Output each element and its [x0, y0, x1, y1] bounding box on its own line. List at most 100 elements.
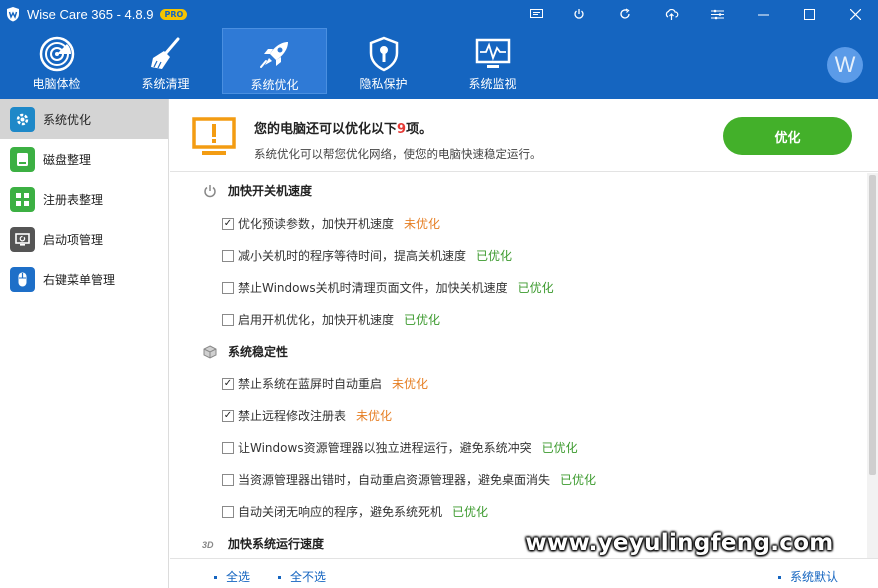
list-item[interactable]: 让Windows资源管理器以独立进程运行，避免系统冲突 已优化: [222, 439, 578, 456]
optimize-button[interactable]: 优化: [723, 117, 852, 155]
banner-title: 您的电脑还可以优化以下9项。: [254, 118, 432, 137]
nav-pc-checkup[interactable]: 电脑体检: [4, 28, 109, 94]
nav-label: 系统监视: [468, 77, 517, 91]
top-navigation: 电脑体检 系统清理 系统优化 隐私保护 系统监视 W: [0, 28, 878, 99]
sidebar-item-system-optimize[interactable]: 系统优化: [0, 99, 168, 139]
scrollbar-thumb[interactable]: [869, 175, 876, 475]
banner-subtitle: 系统优化可以帮您优化网络，使您的电脑快速稳定运行。: [254, 147, 542, 161]
item-checkbox[interactable]: ✓: [222, 409, 234, 422]
section-header: 加快开关机速度: [202, 182, 312, 199]
select-none-label: 全不选: [290, 570, 327, 584]
sidebar-item-startup-manager[interactable]: 启动项管理: [0, 219, 168, 259]
disk-icon: [10, 146, 35, 172]
list-item[interactable]: ✓ 禁止系统在蓝屏时自动重启 未优化: [222, 375, 428, 392]
item-label: 优化预读参数，加快开机速度: [238, 217, 395, 231]
section-title: 加快系统运行速度: [228, 537, 325, 551]
app-title: Wise Care 365 - 4.8.9: [27, 6, 154, 22]
list-item[interactable]: 自动关闭无响应的程序，避免系统死机 已优化: [222, 503, 488, 520]
item-status: 未优化: [356, 409, 393, 423]
item-status: 未优化: [404, 217, 441, 231]
list-item[interactable]: 启用开机优化，加快开机速度 已优化: [222, 311, 440, 328]
sidebar-item-label: 磁盘整理: [43, 152, 92, 167]
power-icon[interactable]: [556, 0, 602, 28]
refresh-icon[interactable]: [602, 0, 648, 28]
item-label: 禁止远程修改注册表: [238, 409, 347, 423]
nav-privacy-protect[interactable]: 隐私保护: [331, 28, 436, 94]
optimize-count: 9: [397, 122, 407, 137]
power-icon: [202, 183, 218, 199]
item-checkbox[interactable]: [222, 505, 234, 518]
list-item[interactable]: ✓ 禁止远程修改注册表 未优化: [222, 407, 392, 424]
list-item[interactable]: ✓ 优化预读参数，加快开机速度 未优化: [222, 215, 440, 232]
item-label: 禁止Windows关机时清理页面文件，加快关机速度: [238, 281, 508, 295]
item-checkbox[interactable]: [222, 441, 234, 454]
mouse-icon: [10, 266, 35, 292]
nav-system-cleanup[interactable]: 系统清理: [113, 28, 218, 94]
title-bar: Wise Care 365 - 4.8.9 PRO: [0, 0, 878, 28]
nav-system-monitor[interactable]: 系统监视: [440, 28, 545, 94]
sidebar-item-label: 右键菜单管理: [43, 272, 116, 287]
menu-icon[interactable]: [694, 0, 740, 28]
select-all-link[interactable]: 全选: [214, 568, 250, 585]
3d-icon: 3D: [202, 536, 218, 552]
item-label: 启用开机优化，加快开机速度: [238, 313, 395, 327]
item-label: 自动关闭无响应的程序，避免系统死机: [238, 505, 443, 519]
item-status: 已优化: [541, 441, 578, 455]
item-checkbox[interactable]: ✓: [222, 377, 234, 390]
item-status: 已优化: [452, 505, 489, 519]
nav-label: 电脑体检: [32, 77, 81, 91]
sidebar-item-label: 系统优化: [43, 112, 92, 127]
system-default-link[interactable]: 系统默认: [778, 568, 838, 585]
nav-label: 系统清理: [141, 77, 190, 91]
registry-icon: [10, 186, 35, 212]
sidebar-item-label: 注册表整理: [43, 192, 104, 207]
item-status: 已优化: [560, 473, 597, 487]
item-status: 已优化: [476, 249, 513, 263]
close-icon[interactable]: [832, 0, 878, 28]
warning-monitor-icon: [192, 117, 236, 155]
monitor-icon[interactable]: [516, 0, 556, 28]
section-title: 系统稳定性: [228, 345, 289, 359]
item-checkbox[interactable]: [222, 281, 234, 294]
item-checkbox[interactable]: [222, 249, 234, 262]
optimize-banner: 您的电脑还可以优化以下9项。 系统优化可以帮您优化网络，使您的电脑快速稳定运行。…: [170, 99, 878, 172]
monitor-pulse-icon: [475, 38, 510, 68]
startup-icon: [10, 226, 35, 252]
item-status: 已优化: [517, 281, 554, 295]
select-all-label: 全选: [226, 570, 251, 584]
footer-bar: 全选 全不选 系统默认: [170, 558, 878, 588]
app-logo-icon: [7, 7, 19, 22]
maximize-icon[interactable]: [786, 0, 832, 28]
svg-text:3D: 3D: [202, 540, 214, 550]
list-item[interactable]: 当资源管理器出错时，自动重启资源管理器，避免桌面消失 已优化: [222, 471, 596, 488]
item-checkbox[interactable]: [222, 473, 234, 486]
user-avatar[interactable]: W: [827, 47, 863, 83]
sidebar-item-disk-defrag[interactable]: 磁盘整理: [0, 139, 168, 179]
sidebar-item-registry-defrag[interactable]: 注册表整理: [0, 179, 168, 219]
minimize-icon[interactable]: [740, 0, 786, 28]
nav-label: 系统优化: [250, 78, 299, 92]
sidebar-item-label: 启动项管理: [43, 232, 104, 247]
item-checkbox[interactable]: [222, 313, 234, 326]
banner-title-suffix: 项。: [406, 122, 433, 137]
optimization-list: 加快开关机速度 ✓ 优化预读参数，加快开机速度 未优化 减小关机时的程序等待时间…: [170, 173, 860, 558]
item-checkbox[interactable]: ✓: [222, 217, 234, 230]
cloud-icon[interactable]: [648, 0, 694, 28]
section-header: 系统稳定性: [202, 343, 288, 360]
item-status: 未优化: [392, 377, 429, 391]
nav-system-optimize[interactable]: 系统优化: [222, 28, 327, 94]
sidebar-item-context-menu[interactable]: 右键菜单管理: [0, 259, 168, 299]
system-default-label: 系统默认: [790, 570, 839, 584]
main-panel: 您的电脑还可以优化以下9项。 系统优化可以帮您优化网络，使您的电脑快速稳定运行。…: [170, 99, 878, 588]
list-item[interactable]: 减小关机时的程序等待时间，提高关机速度 已优化: [222, 247, 512, 264]
list-item[interactable]: 禁止Windows关机时清理页面文件，加快关机速度 已优化: [222, 279, 554, 296]
nav-label: 隐私保护: [359, 77, 408, 91]
sidebar: 系统优化 磁盘整理 注册表整理 启动项管理 右键菜单管理: [0, 99, 169, 588]
item-label: 禁止系统在蓝屏时自动重启: [238, 377, 383, 391]
cube-icon: [202, 344, 218, 360]
item-status: 已优化: [404, 313, 441, 327]
item-label: 让Windows资源管理器以独立进程运行，避免系统冲突: [238, 441, 532, 455]
list-scrollbar[interactable]: [867, 173, 878, 558]
broom-icon: [150, 37, 179, 69]
select-none-link[interactable]: 全不选: [278, 568, 326, 585]
